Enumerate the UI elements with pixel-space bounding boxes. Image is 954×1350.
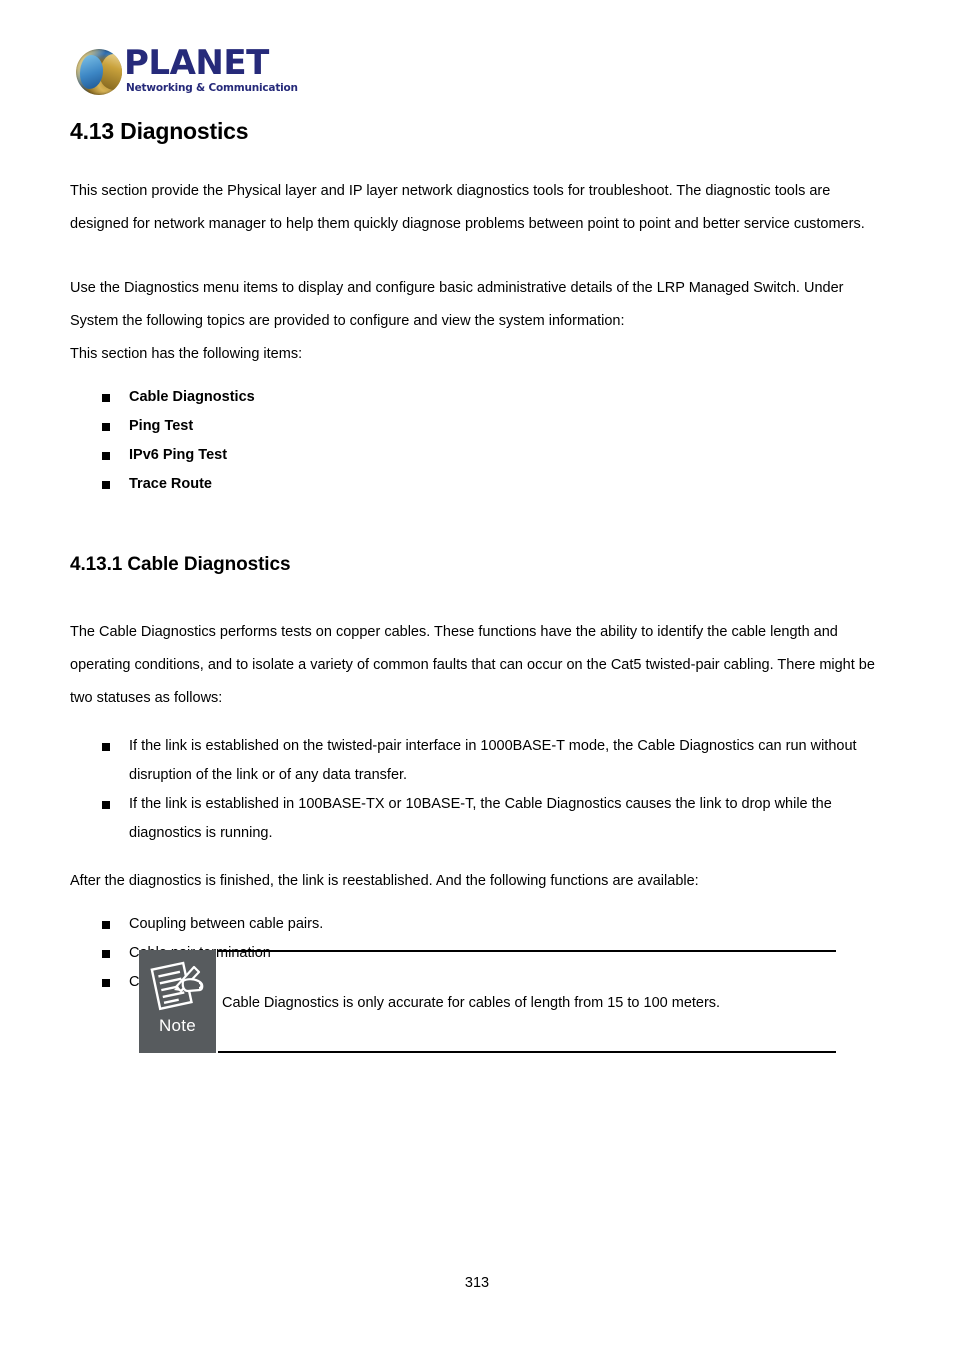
list-item: If the link is established in 100BASE-TX… [70, 790, 882, 848]
square-bullet-icon [102, 950, 110, 959]
list-item: Coupling between cable pairs. [70, 910, 882, 939]
list-item: IPv6 Ping Test [70, 441, 882, 470]
square-bullet-icon [102, 481, 110, 490]
logo-wordmark: PLANET [124, 43, 269, 83]
document-page: PLANET Networking & Communication 4.13 D… [0, 0, 954, 1350]
note-callout: Note Cable Diagnostics is only accurate … [139, 950, 839, 1055]
subsection-paragraph-1: The Cable Diagnostics performs tests on … [70, 624, 875, 707]
planet-globe-logo-icon [76, 49, 122, 95]
topic-list: Cable Diagnostics Ping Test IPv6 Ping Te… [70, 383, 882, 499]
list-item-label: If the link is established on the twiste… [129, 738, 857, 784]
planet-logo: PLANET Networking & Communication [76, 43, 376, 101]
square-bullet-icon [102, 452, 110, 461]
note-icon-box: Note [139, 950, 216, 1053]
subsection-heading: 4.13.1 Cable Diagnostics [70, 554, 291, 576]
list-item-label: Cable Diagnostics [129, 389, 255, 406]
list-item-label: IPv6 Ping Test [129, 447, 228, 464]
list-item: If the link is established on the twiste… [70, 732, 882, 790]
intro-paragraph-1: This section provide the Physical layer … [70, 183, 865, 233]
section-heading: 4.13 Diagnostics [70, 118, 249, 144]
intro-paragraph-3: This section has the following items: [70, 346, 303, 363]
square-bullet-icon [102, 921, 110, 930]
intro-paragraph-2: Use the Diagnostics menu items to displa… [70, 280, 844, 330]
list-item: Cable Diagnostics [70, 383, 882, 412]
subsection-paragraph-2: After the diagnostics is finished, the l… [70, 873, 699, 890]
page-number: 313 [464, 1275, 490, 1291]
square-bullet-icon [102, 743, 110, 752]
status-list: If the link is established on the twiste… [70, 732, 882, 848]
square-bullet-icon [102, 394, 110, 403]
document-content: 4.13 Diagnostics This section provide th… [70, 118, 882, 997]
logo-tagline: Networking & Communication [126, 82, 298, 94]
note-text: Cable Diagnostics is only accurate for c… [222, 995, 721, 1011]
list-item-label: Ping Test [129, 418, 194, 435]
list-item-label: Coupling between cable pairs. [129, 916, 324, 933]
note-body: Cable Diagnostics is only accurate for c… [218, 950, 836, 1053]
list-item-label: If the link is established in 100BASE-TX… [129, 796, 832, 842]
list-item: Ping Test [70, 412, 882, 441]
list-item-label: Trace Route [129, 476, 212, 493]
square-bullet-icon [102, 423, 110, 432]
list-item: Trace Route [70, 470, 882, 499]
note-pen-paper-icon [149, 961, 203, 1011]
square-bullet-icon [102, 979, 110, 988]
square-bullet-icon [102, 801, 110, 810]
note-label: Note [158, 1016, 197, 1035]
